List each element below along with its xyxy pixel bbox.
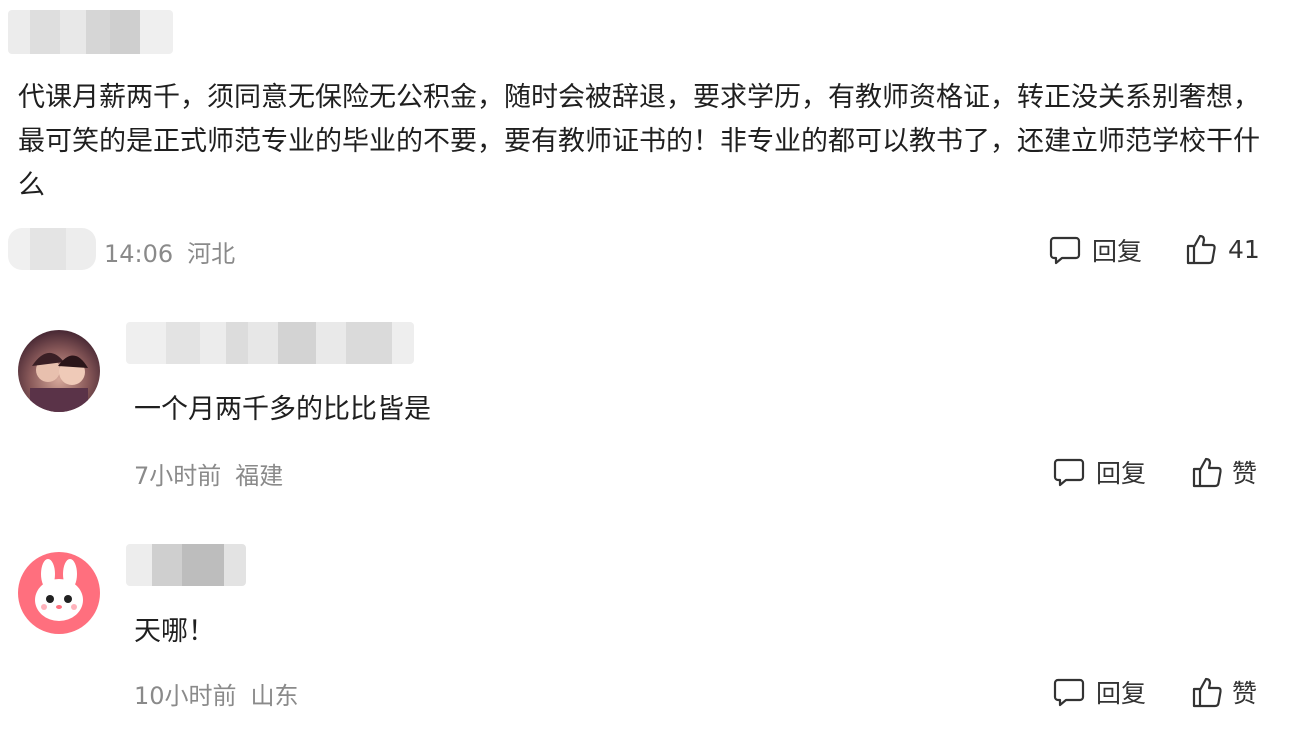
blurred-username	[126, 544, 246, 586]
reply-button[interactable]: 回复	[1052, 454, 1146, 490]
blurred-username	[8, 10, 173, 54]
reply-label: 回复	[1092, 237, 1143, 266]
like-button[interactable]: 赞	[1190, 454, 1257, 490]
reply-label: 回复	[1096, 679, 1147, 708]
comment-location: 河北	[187, 240, 236, 268]
reply-icon	[1052, 455, 1086, 489]
reply-time: 10小时前	[134, 682, 237, 710]
reply-text: 一个月两千多的比比皆是	[134, 394, 431, 425]
reply-button[interactable]: 回复	[1052, 674, 1146, 710]
reply-location: 福建	[235, 462, 284, 490]
like-button[interactable]: 赞	[1190, 674, 1257, 710]
thumbs-up-icon	[1184, 232, 1218, 266]
like-label: 赞	[1232, 679, 1258, 708]
reply-icon	[1048, 233, 1082, 267]
comment-meta: 14:06 河北	[104, 234, 235, 269]
like-label: 赞	[1232, 459, 1258, 488]
avatar[interactable]	[18, 330, 100, 412]
reply-label: 回复	[1096, 459, 1147, 488]
thumbs-up-icon	[1190, 455, 1224, 489]
reply-text: 天哪！	[134, 616, 215, 647]
thumbs-up-icon	[1190, 675, 1224, 709]
like-count: 41	[1228, 234, 1260, 264]
reply-meta: 7小时前 福建	[134, 456, 283, 491]
comment-time: 14:06	[104, 240, 174, 268]
blurred-username	[126, 322, 414, 364]
reply-icon	[1052, 675, 1086, 709]
reply-time: 7小时前	[134, 462, 222, 490]
comment-text: 代课月薪两千，须同意无保险无公积金，随时会被辞退，要求学历，有教师资格证，转正没…	[18, 82, 1260, 201]
reply-location: 山东	[250, 682, 299, 710]
reply-meta: 10小时前 山东	[134, 676, 299, 711]
blurred-user-tag	[8, 228, 96, 270]
avatar[interactable]	[18, 552, 100, 634]
like-button[interactable]: 41	[1184, 232, 1260, 266]
reply-button[interactable]: 回复	[1048, 232, 1142, 268]
